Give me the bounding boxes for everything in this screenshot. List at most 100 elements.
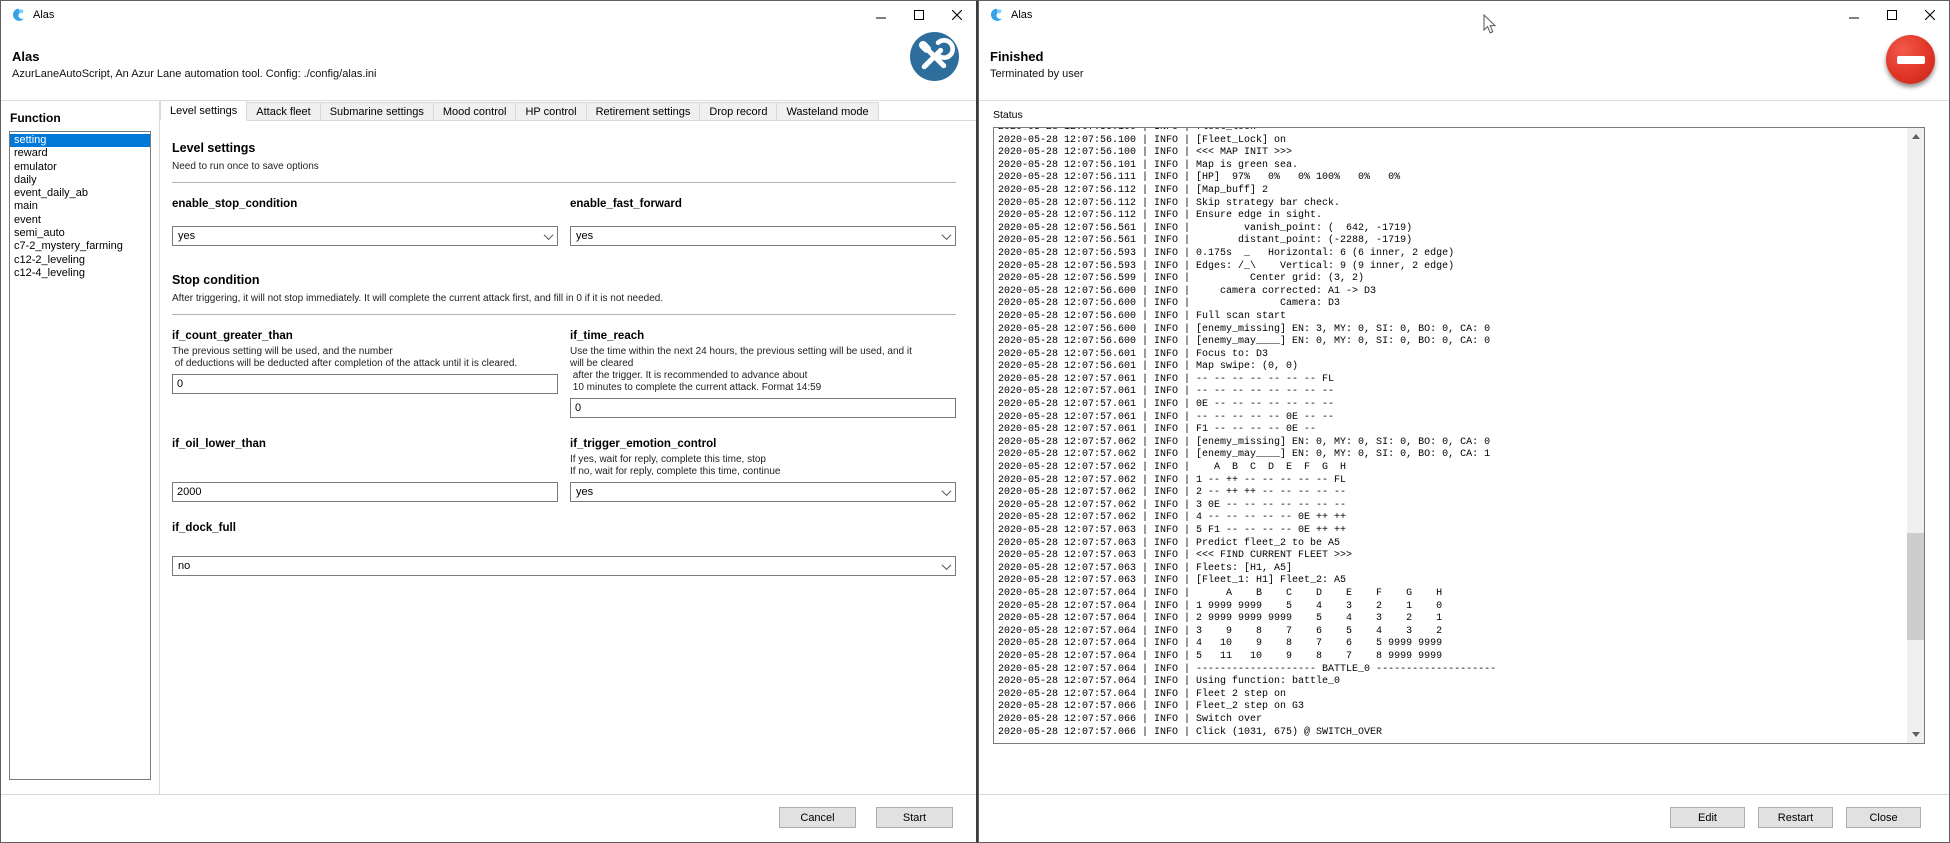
field-label: if_count_greater_than bbox=[172, 330, 558, 342]
status-area: Status 2020-05-28 12:07:56.100 | INFO | … bbox=[979, 101, 1949, 794]
log-scrollbar[interactable] bbox=[1907, 128, 1924, 743]
tab-mood-control[interactable]: Mood control bbox=[433, 102, 517, 120]
edit-button[interactable]: Edit bbox=[1670, 807, 1745, 828]
log-line: 2020-05-28 12:07:57.061 | INFO | F1 -- -… bbox=[998, 424, 1906, 437]
log-lines: 2020-05-28 12:07:56.100 | INFO | fleet_l… bbox=[998, 128, 1906, 739]
field-if-time-reach: if_time_reach Use the time within the ne… bbox=[570, 315, 956, 418]
field-label: enable_fast_forward bbox=[570, 198, 956, 210]
log-line: 2020-05-28 12:07:57.064 | INFO | A B C D… bbox=[998, 588, 1906, 601]
log-line: 2020-05-28 12:07:57.064 | INFO | 3 9 8 7… bbox=[998, 626, 1906, 639]
right-header: Finished Terminated by user bbox=[979, 29, 1949, 101]
right-footer: Edit Restart Close bbox=[979, 794, 1949, 842]
sidebar-item-daily[interactable]: daily bbox=[10, 174, 150, 187]
tab-wasteland-mode[interactable]: Wasteland mode bbox=[776, 102, 878, 120]
sidebar-item-emulator[interactable]: emulator bbox=[10, 161, 150, 174]
start-button[interactable]: Start bbox=[876, 807, 953, 828]
log-line: 2020-05-28 12:07:57.062 | INFO | A B C D… bbox=[998, 462, 1906, 475]
log-line: 2020-05-28 12:07:56.101 | INFO | Map is … bbox=[998, 160, 1906, 173]
tab-level-settings[interactable]: Level settings bbox=[160, 100, 247, 121]
maximize-icon[interactable] bbox=[1873, 1, 1911, 29]
field-description: The previous setting will be used, and t… bbox=[172, 346, 558, 370]
close-icon[interactable] bbox=[938, 1, 976, 29]
close-button[interactable]: Close bbox=[1846, 807, 1921, 828]
log-line: 2020-05-28 12:07:57.062 | INFO | 4 -- --… bbox=[998, 512, 1906, 525]
sidebar-item-c12-2_leveling[interactable]: c12-2_leveling bbox=[10, 254, 150, 267]
stop-bar bbox=[1897, 56, 1925, 64]
log-line: 2020-05-28 12:07:56.100 | INFO | <<< MAP… bbox=[998, 147, 1906, 160]
field-description: If yes, wait for reply, complete this ti… bbox=[570, 454, 956, 478]
chevron-down-icon bbox=[942, 486, 952, 496]
function-list[interactable]: settingrewardemulatordailyevent_daily_ab… bbox=[9, 131, 151, 780]
tab-hp-control[interactable]: HP control bbox=[515, 102, 586, 120]
tab-submarine-settings[interactable]: Submarine settings bbox=[320, 102, 434, 120]
if-time-reach-input[interactable] bbox=[570, 398, 956, 418]
if-trigger-emotion-control-select[interactable]: yes bbox=[570, 482, 956, 502]
log-line: 2020-05-28 12:07:56.601 | INFO | Focus t… bbox=[998, 349, 1906, 362]
function-sidebar: Function settingrewardemulatordailyevent… bbox=[1, 101, 159, 794]
log-line: 2020-05-28 12:07:57.063 | INFO | [Fleet_… bbox=[998, 575, 1906, 588]
tab-drop-record[interactable]: Drop record bbox=[699, 102, 777, 120]
log-line: 2020-05-28 12:07:56.600 | INFO | camera … bbox=[998, 286, 1906, 299]
section-heading-stop-condition: Stop condition bbox=[172, 273, 956, 287]
sidebar-item-event_daily_ab[interactable]: event_daily_ab bbox=[10, 187, 150, 200]
left-footer: Cancel Start bbox=[1, 794, 976, 842]
screen: Alas Alas AzurLaneAutoScript, An Azur La… bbox=[0, 0, 1950, 843]
alas-status-window: Alas Finished Terminated by user Status … bbox=[978, 0, 1950, 843]
log-box[interactable]: 2020-05-28 12:07:56.100 | INFO | fleet_l… bbox=[993, 127, 1925, 744]
scrollbar-up-icon[interactable] bbox=[1907, 128, 1924, 145]
enable-fast-forward-select[interactable]: yes bbox=[570, 226, 956, 246]
chevron-down-icon bbox=[942, 230, 952, 240]
log-line: 2020-05-28 12:07:57.063 | INFO | <<< FIN… bbox=[998, 550, 1906, 563]
cancel-button[interactable]: Cancel bbox=[779, 807, 856, 828]
log-clip: 2020-05-28 12:07:56.100 | INFO | fleet_l… bbox=[998, 128, 1906, 743]
status-subtitle: Terminated by user bbox=[990, 68, 1949, 80]
if-oil-lower-than-input[interactable] bbox=[172, 482, 558, 502]
sidebar-item-setting[interactable]: setting bbox=[10, 134, 150, 147]
maximize-icon[interactable] bbox=[900, 1, 938, 29]
right-window-title: Alas bbox=[1011, 9, 1032, 21]
select-value: no bbox=[178, 560, 190, 572]
select-value: yes bbox=[576, 486, 593, 498]
scrollbar-down-icon[interactable] bbox=[1907, 726, 1924, 743]
tabstrip: Level settingsAttack fleetSubmarine sett… bbox=[160, 101, 976, 121]
log-line: 2020-05-28 12:07:56.112 | INFO | Skip st… bbox=[998, 198, 1906, 211]
sidebar-item-semi_auto[interactable]: semi_auto bbox=[10, 227, 150, 240]
log-line: 2020-05-28 12:07:57.061 | INFO | -- -- -… bbox=[998, 412, 1906, 425]
enable-stop-condition-select[interactable]: yes bbox=[172, 226, 558, 246]
field-label: if_dock_full bbox=[172, 522, 956, 534]
log-line: 2020-05-28 12:07:56.112 | INFO | [Map_bu… bbox=[998, 185, 1906, 198]
sidebar-item-c7-2_mystery_farming[interactable]: c7-2_mystery_farming bbox=[10, 240, 150, 253]
alas-logo-icon bbox=[988, 7, 1004, 23]
tab-attack-fleet[interactable]: Attack fleet bbox=[246, 102, 320, 120]
close-icon[interactable] bbox=[1911, 1, 1949, 29]
sidebar-item-event[interactable]: event bbox=[10, 214, 150, 227]
if-count-greater-than-input[interactable] bbox=[172, 374, 558, 394]
if-dock-full-select[interactable]: no bbox=[172, 556, 956, 576]
log-line: 2020-05-28 12:07:57.064 | INFO | -------… bbox=[998, 664, 1906, 677]
log-line: 2020-05-28 12:07:57.064 | INFO | Fleet 2… bbox=[998, 689, 1906, 702]
tools-icon bbox=[910, 32, 959, 81]
log-line: 2020-05-28 12:07:57.064 | INFO | 1 9999 … bbox=[998, 601, 1906, 614]
restart-button[interactable]: Restart bbox=[1758, 807, 1833, 828]
sidebar-item-reward[interactable]: reward bbox=[10, 147, 150, 160]
log-line: 2020-05-28 12:07:56.100 | INFO | [Fleet_… bbox=[998, 135, 1906, 148]
tab-retirement-settings[interactable]: Retirement settings bbox=[586, 102, 701, 120]
log-line: 2020-05-28 12:07:56.112 | INFO | Ensure … bbox=[998, 210, 1906, 223]
log-line: 2020-05-28 12:07:56.561 | INFO | vanish_… bbox=[998, 223, 1906, 236]
left-header: Alas AzurLaneAutoScript, An Azur Lane au… bbox=[1, 29, 976, 101]
minimize-icon[interactable] bbox=[862, 1, 900, 29]
log-line: 2020-05-28 12:07:57.063 | INFO | Fleets:… bbox=[998, 563, 1906, 576]
sidebar-item-c12-4_leveling[interactable]: c12-4_leveling bbox=[10, 267, 150, 280]
select-value: yes bbox=[178, 230, 195, 242]
sidebar-item-main[interactable]: main bbox=[10, 200, 150, 213]
field-if-oil-lower-than: if_oil_lower_than bbox=[172, 418, 558, 502]
left-window-title: Alas bbox=[33, 9, 54, 21]
log-line: 2020-05-28 12:07:57.061 | INFO | -- -- -… bbox=[998, 374, 1906, 387]
log-line: 2020-05-28 12:07:56.601 | INFO | Map swi… bbox=[998, 361, 1906, 374]
minimize-icon[interactable] bbox=[1835, 1, 1873, 29]
field-label: if_oil_lower_than bbox=[172, 438, 558, 450]
status-label: Status bbox=[993, 109, 1949, 121]
scrollbar-thumb[interactable] bbox=[1907, 533, 1924, 640]
field-description: Use the time within the next 24 hours, t… bbox=[570, 346, 956, 394]
log-line: 2020-05-28 12:07:56.600 | INFO | Camera:… bbox=[998, 298, 1906, 311]
